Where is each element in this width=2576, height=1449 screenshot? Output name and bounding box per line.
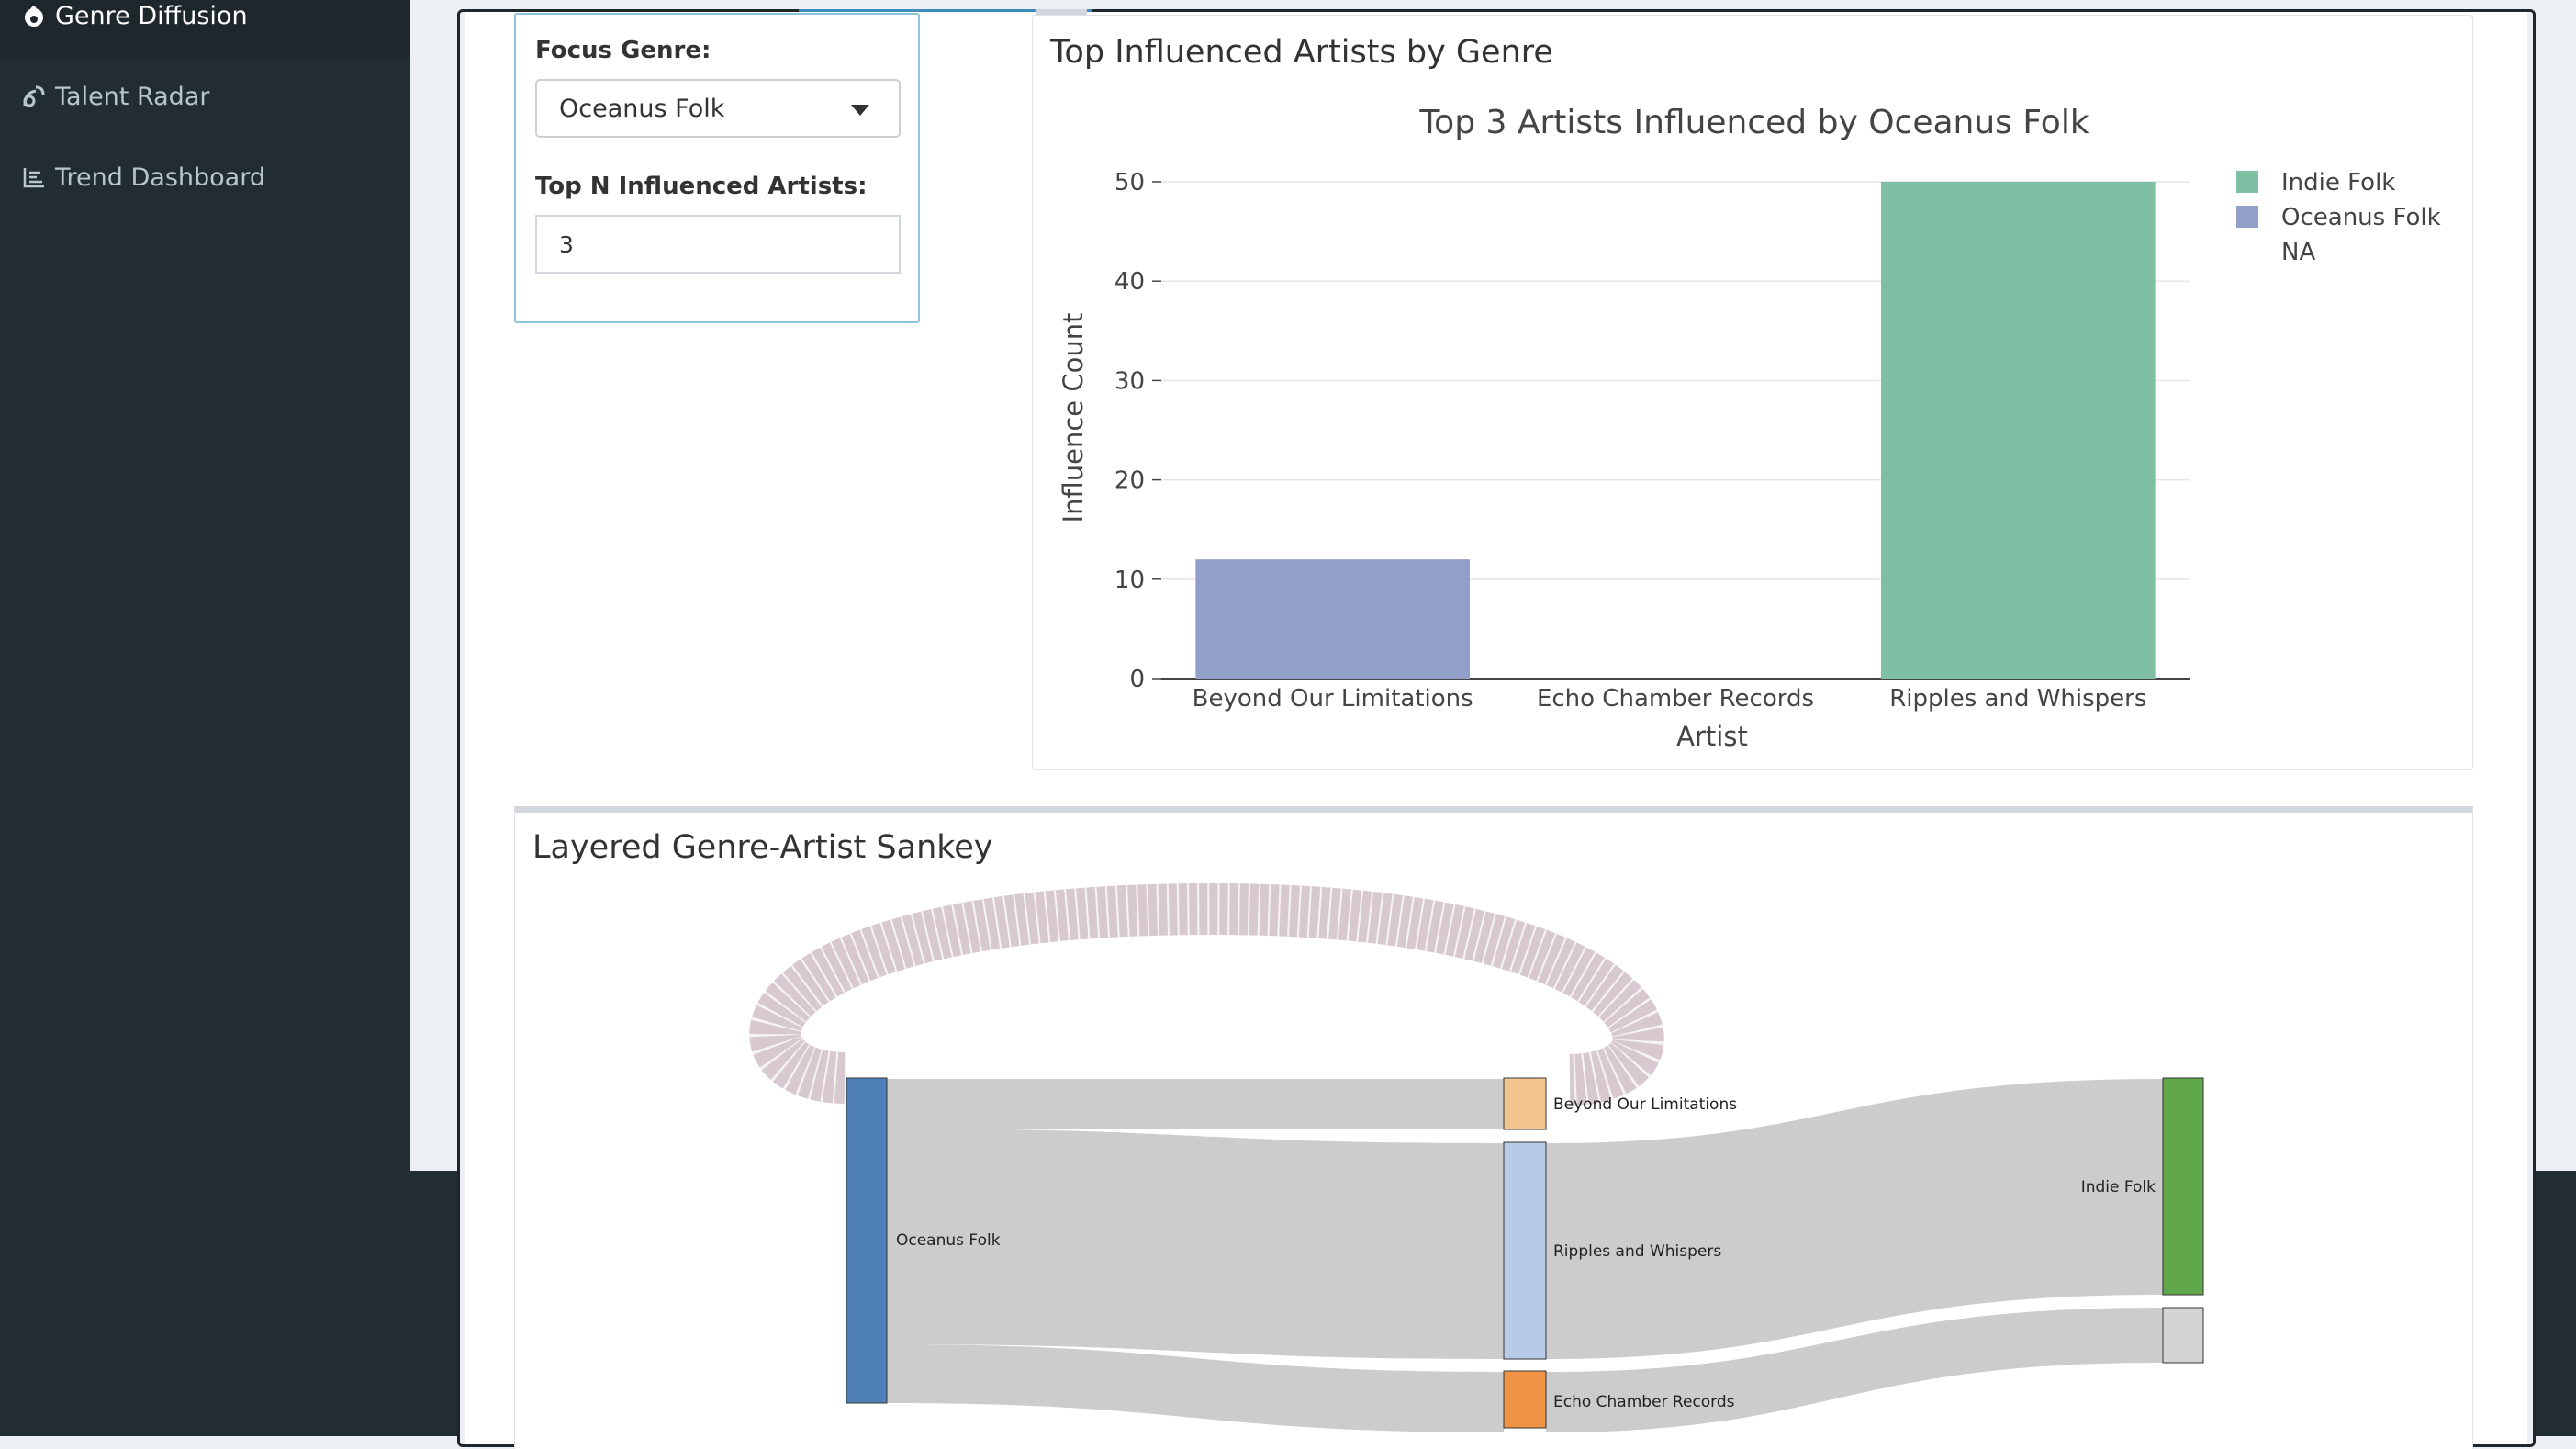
focus-genre-value: Oceanus Folk	[559, 94, 725, 123]
focus-genre-select[interactable]: Oceanus Folk	[535, 79, 901, 138]
sankey-panel: Layered Genre-Artist Sankey	[514, 806, 2473, 1449]
legend-swatch[interactable]	[2236, 206, 2258, 228]
legend-swatch[interactable]	[2236, 171, 2258, 193]
y-tick-label: 10	[1114, 567, 1145, 594]
x-axis-title: Artist	[1676, 721, 1748, 750]
sidebar-item-label: Trend Dashboard	[55, 163, 265, 192]
y-tick-label: 50	[1114, 169, 1145, 197]
sankey-panel-title: Layered Genre-Artist Sankey	[532, 829, 993, 866]
top-n-value: 3	[559, 230, 574, 258]
bar[interactable]	[1881, 182, 2156, 679]
x-tick-label: Echo Chamber Records	[1537, 685, 1814, 713]
legend-label[interactable]: Oceanus Folk	[2281, 204, 2441, 231]
satellite-dish-icon	[20, 83, 48, 110]
chevron-down-icon	[851, 105, 869, 116]
focus-genre-label: Focus Genre:	[535, 37, 711, 64]
top-n-input[interactable]: 3	[535, 215, 901, 274]
controls-box: Focus Genre: Oceanus Folk Top N Influenc…	[514, 13, 920, 323]
sidebar-item-genre-diffusion[interactable]: Genre Diffusion	[20, 0, 248, 39]
top-n-label: Top N Influenced Artists:	[535, 173, 868, 200]
bar[interactable]	[1195, 559, 1470, 679]
fire-icon	[20, 2, 48, 29]
y-axis-title: Influence Count	[1058, 313, 1089, 523]
sidebar-item-label: Talent Radar	[55, 82, 210, 111]
y-tick-label: 30	[1114, 367, 1145, 395]
bar-chart: Top 3 Artists Influenced by Oceanus Folk…	[1058, 104, 2441, 750]
y-tick-label: 40	[1114, 268, 1145, 296]
bar-chart-panel: Top Influenced Artists by Genre Top 3 Ar…	[1032, 15, 2473, 770]
x-tick-label: Beyond Our Limitations	[1193, 685, 1473, 713]
legend-label[interactable]: Indie Folk	[2281, 169, 2395, 197]
line-chart-icon	[20, 163, 48, 191]
sidebar-item-trend-dashboard[interactable]: Trend Dashboard	[20, 154, 265, 200]
sidebar-item-label: Genre Diffusion	[55, 1, 248, 30]
chart-title: Top 3 Artists Influenced by Oceanus Folk	[1418, 104, 2089, 141]
y-tick-label: 20	[1114, 467, 1145, 495]
x-tick-label: Ripples and Whispers	[1889, 685, 2146, 713]
y-tick-label: 0	[1129, 666, 1145, 693]
legend-label[interactable]: NA	[2281, 239, 2315, 266]
sidebar-item-talent-radar[interactable]: Talent Radar	[20, 73, 209, 119]
